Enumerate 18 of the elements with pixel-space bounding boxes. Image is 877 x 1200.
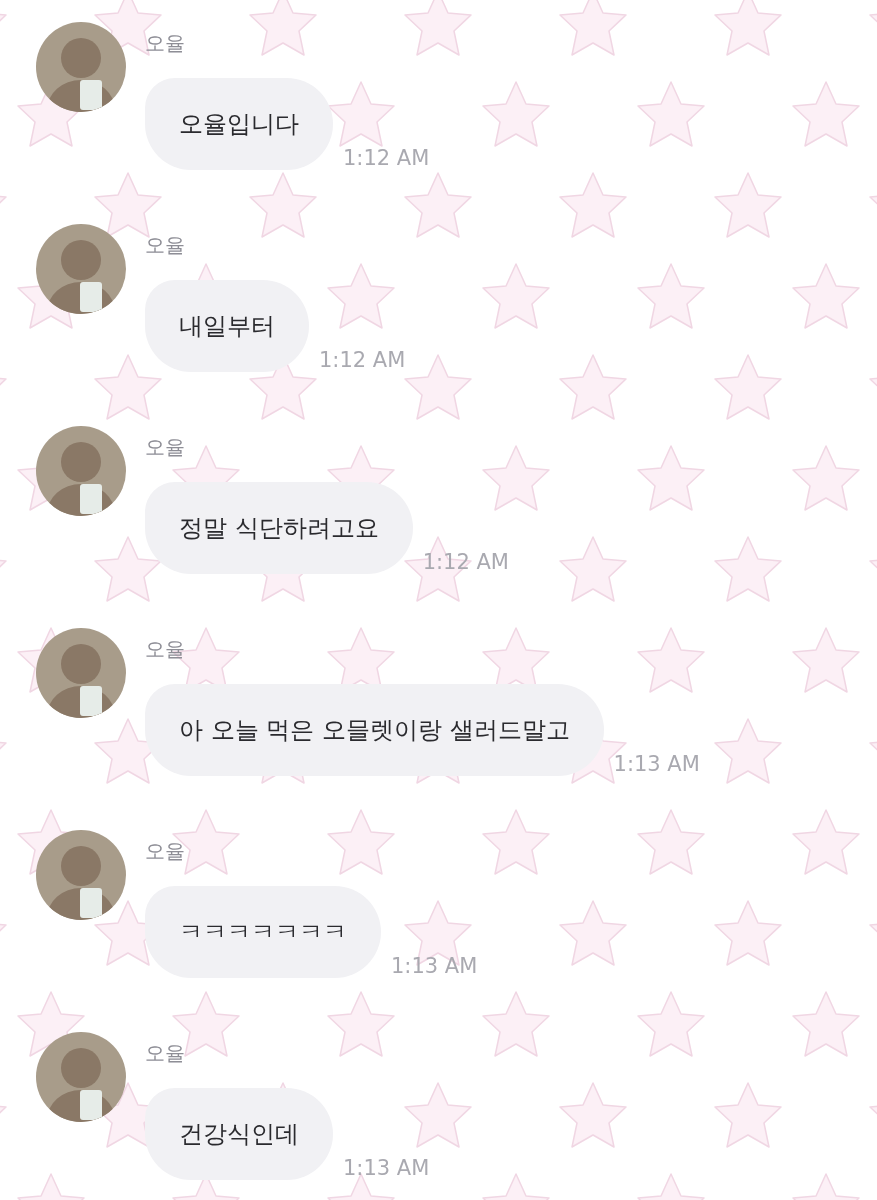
sender-name: 오율 — [145, 838, 185, 865]
message-bubble: 건강식인데 — [145, 1088, 333, 1180]
message-bubble: 아 오늘 먹은 오믈렛이랑 샐러드말고 — [145, 684, 604, 776]
message-time: 1:13 AM — [391, 952, 478, 980]
message-time: 1:13 AM — [613, 750, 700, 778]
sender-name: 오율 — [145, 636, 185, 663]
message-bubble: ㅋㅋㅋㅋㅋㅋㅋ — [145, 886, 381, 978]
message-time: 1:13 AM — [343, 1154, 430, 1182]
message-time: 1:12 AM — [343, 144, 430, 172]
message-time: 1:12 AM — [422, 548, 509, 576]
sender-name: 오율 — [145, 1040, 185, 1067]
sender-name: 오율 — [145, 434, 185, 461]
sender-name: 오율 — [145, 232, 185, 259]
message-bubble: 정말 식단하려고요 — [145, 482, 413, 574]
message-bubble: 오율입니다 — [145, 78, 333, 170]
message-time: 1:12 AM — [319, 346, 406, 374]
sender-name: 오율 — [145, 30, 185, 57]
message-bubble: 내일부터 — [145, 280, 309, 372]
